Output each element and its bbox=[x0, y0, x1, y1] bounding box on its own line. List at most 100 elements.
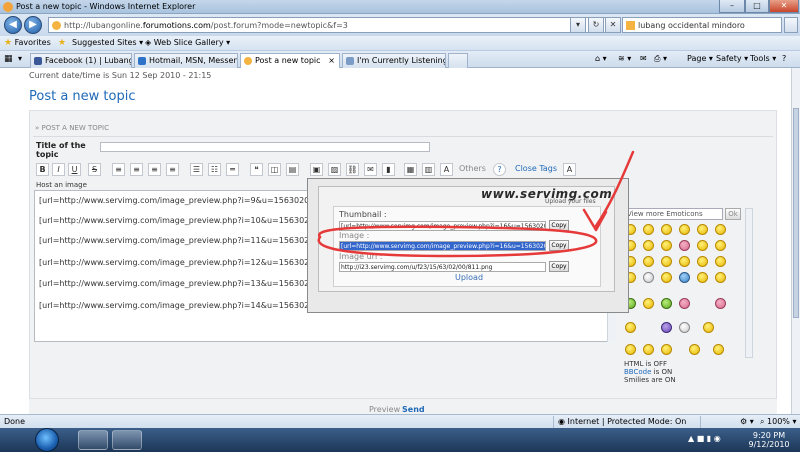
bold-button[interactable]: B bbox=[36, 163, 49, 176]
strike-button[interactable]: S bbox=[88, 163, 101, 176]
underline-button[interactable]: U bbox=[68, 163, 81, 176]
compat-view-icon[interactable]: ▾ bbox=[570, 17, 586, 33]
table-icon[interactable]: ▤ bbox=[286, 163, 299, 176]
tab-listening[interactable]: I'm Currently Listening To... bbox=[342, 53, 446, 68]
web-slice-gallery-link[interactable]: ◈ Web Slice Gallery ▾ bbox=[145, 38, 230, 47]
site-favicon bbox=[52, 21, 61, 30]
cheers-emoticon[interactable] bbox=[625, 322, 636, 333]
favorites-bar: ★ Favorites ★ Suggested Sites ▾ ◈ Web Sl… bbox=[0, 36, 800, 51]
bounce-emoticon[interactable] bbox=[697, 272, 708, 283]
stop-button[interactable]: ✕ bbox=[605, 17, 621, 33]
forward-button[interactable]: ▶ bbox=[24, 16, 42, 34]
happy-emoticon[interactable] bbox=[679, 224, 690, 235]
neutral-emoticon[interactable] bbox=[697, 256, 708, 267]
suggested-sites-link[interactable]: Suggested Sites ▾ bbox=[72, 38, 143, 47]
wink-emoticon[interactable] bbox=[661, 224, 672, 235]
cry-emoticon[interactable] bbox=[643, 240, 654, 251]
tools-menu[interactable]: Tools ▾ bbox=[750, 54, 776, 63]
system-tray[interactable]: ▲ ■ ▮ ◉ bbox=[688, 434, 721, 443]
close-tab-icon[interactable]: × bbox=[328, 56, 335, 65]
bbcode-link[interactable]: BBCode bbox=[624, 368, 651, 376]
study-emoticon[interactable] bbox=[643, 298, 654, 309]
facebook-icon bbox=[34, 57, 42, 65]
bullet-list-icon[interactable]: ☰ bbox=[190, 163, 203, 176]
grin-emoticon[interactable] bbox=[643, 224, 654, 235]
page-scrollbar[interactable] bbox=[791, 68, 800, 414]
security-zone: ◉ Internet | Protected Mode: On bbox=[558, 417, 687, 426]
back-button[interactable]: ◀ bbox=[4, 16, 22, 34]
message-line: [url=http://www.servimg.com/image_previe… bbox=[39, 236, 320, 245]
align-right-icon[interactable]: ≡ bbox=[148, 163, 161, 176]
italic-button[interactable]: I bbox=[52, 163, 65, 176]
media-player-taskbar-icon[interactable] bbox=[112, 430, 142, 450]
explorer-taskbar-icon[interactable] bbox=[78, 430, 108, 450]
code-icon[interactable]: ◫ bbox=[268, 163, 281, 176]
tab-list-icon[interactable]: ▾ bbox=[18, 54, 22, 63]
safety-menu[interactable]: Safety ▾ bbox=[716, 54, 748, 63]
purple-emoticon[interactable] bbox=[661, 322, 672, 333]
thumb-emoticon[interactable] bbox=[703, 322, 714, 333]
page-menu[interactable]: Page ▾ bbox=[687, 54, 713, 63]
justify-icon[interactable]: ≡ bbox=[166, 163, 179, 176]
search-icon[interactable] bbox=[784, 17, 798, 33]
feeds-icon[interactable]: ≋ ▾ bbox=[618, 54, 631, 63]
home-icon[interactable]: ⌂ ▾ bbox=[595, 54, 607, 63]
pig-face-emoticon[interactable] bbox=[715, 298, 726, 309]
maximize-button[interactable]: □ bbox=[745, 0, 769, 13]
preview-button[interactable]: Preview bbox=[369, 405, 400, 414]
cool-emoticon[interactable] bbox=[715, 224, 726, 235]
read-mail-icon[interactable]: ✉ bbox=[640, 54, 647, 63]
globe-icon: ◉ bbox=[558, 417, 565, 426]
emoticons-scrollbar[interactable] bbox=[745, 208, 753, 358]
rolleyes-emoticon[interactable] bbox=[679, 256, 690, 267]
close-button[interactable]: ✕ bbox=[769, 0, 799, 13]
protected-mode-icon[interactable]: ⚙ ▾ bbox=[740, 417, 754, 426]
quote-icon[interactable]: ❝ bbox=[250, 163, 263, 176]
minimize-button[interactable]: – bbox=[719, 0, 745, 13]
king-emoticon[interactable] bbox=[661, 344, 672, 355]
emoticons-ok-button[interactable]: Ok bbox=[725, 208, 741, 220]
help-menu[interactable]: ? bbox=[782, 54, 786, 63]
music-emoticon[interactable] bbox=[689, 344, 700, 355]
frog-emoticon[interactable] bbox=[661, 298, 672, 309]
add-favorite-icon[interactable]: ★ bbox=[58, 38, 66, 48]
shock-emoticon[interactable] bbox=[661, 240, 672, 251]
silly-emoticon[interactable] bbox=[661, 272, 672, 283]
favorites-button[interactable]: ★ Favorites bbox=[4, 38, 51, 48]
ghost-emoticon[interactable] bbox=[643, 272, 654, 283]
star-emoticon[interactable] bbox=[679, 272, 690, 283]
sun-emoticon[interactable] bbox=[713, 344, 724, 355]
align-left-icon[interactable]: ≡ bbox=[112, 163, 125, 176]
devil-emoticon[interactable] bbox=[715, 240, 726, 251]
tab-facebook[interactable]: Facebook (1) | Lubang Tou... bbox=[30, 53, 132, 68]
star-icon: ★ bbox=[4, 38, 13, 48]
confused-emoticon[interactable] bbox=[643, 256, 654, 267]
sleep-emoticon[interactable] bbox=[661, 256, 672, 267]
taskbar-clock[interactable]: 9:20 PM 9/12/2010 bbox=[745, 431, 793, 449]
wave-emoticon[interactable] bbox=[643, 344, 654, 355]
tab-hotmail[interactable]: Hotmail, MSN, Messenger ... bbox=[134, 53, 238, 68]
tab-post-new-topic[interactable]: Post a new topic × bbox=[240, 53, 340, 68]
send-button[interactable]: Send bbox=[402, 405, 425, 414]
search-input[interactable]: lubang occidental mindoro bbox=[622, 17, 782, 33]
refresh-button[interactable]: ↻ bbox=[588, 17, 604, 33]
zoom-level[interactable]: ⌕ 100% ▾ bbox=[760, 417, 796, 427]
align-center-icon[interactable]: ≡ bbox=[130, 163, 143, 176]
hr-icon[interactable]: ═ bbox=[226, 163, 239, 176]
robot-emoticon[interactable] bbox=[679, 322, 690, 333]
address-bar[interactable]: http://lubangonline.forumotions.com/post… bbox=[48, 17, 606, 33]
tongue-emoticon[interactable] bbox=[697, 240, 708, 251]
whistle-emoticon[interactable] bbox=[715, 256, 726, 267]
new-tab-button[interactable] bbox=[448, 53, 468, 68]
upload-link[interactable]: Upload bbox=[455, 273, 483, 282]
party-emoticon[interactable] bbox=[625, 344, 636, 355]
laugh-emoticon[interactable] bbox=[697, 224, 708, 235]
print-icon[interactable]: ⎙ ▾ bbox=[654, 54, 667, 64]
start-button[interactable] bbox=[35, 428, 59, 452]
scrollbar-thumb[interactable] bbox=[793, 108, 799, 318]
pig-emoticon[interactable] bbox=[679, 298, 690, 309]
quick-tabs-icon[interactable]: ▦ bbox=[4, 54, 13, 64]
blush-emoticon[interactable] bbox=[679, 240, 690, 251]
numbered-list-icon[interactable]: ☷ bbox=[208, 163, 221, 176]
heart-emoticon[interactable] bbox=[715, 272, 726, 283]
